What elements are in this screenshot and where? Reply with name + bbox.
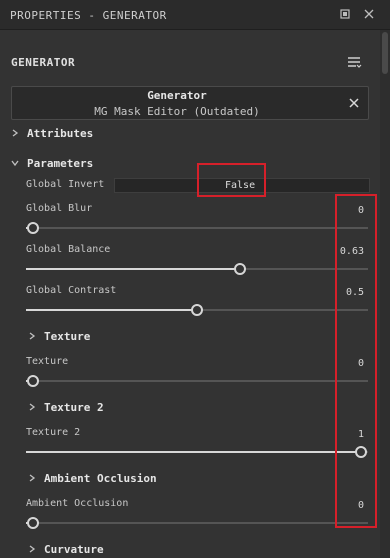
scrollbar-thumb[interactable] (382, 32, 388, 74)
slider-track[interactable] (26, 522, 368, 524)
hamburger-menu-icon[interactable] (346, 54, 362, 70)
global-balance-label: Global Balance (26, 244, 111, 255)
slider-fill (26, 268, 240, 270)
texture-2-label: Texture 2 (26, 427, 81, 438)
texture-label: Texture (26, 356, 69, 367)
group-parameters[interactable]: Parameters (11, 157, 93, 170)
group-texture-2-label: Texture 2 (44, 401, 104, 414)
slider-track[interactable] (26, 227, 368, 229)
title-bar: PROPERTIES - GENERATOR (0, 0, 390, 30)
close-icon[interactable] (362, 8, 376, 22)
slider-handle[interactable] (27, 222, 39, 234)
global-blur-label: Global Blur (26, 203, 93, 214)
chevron-right-icon (28, 472, 38, 485)
group-parameters-label: Parameters (27, 157, 94, 170)
chevron-right-icon (28, 543, 38, 556)
chevron-right-icon (11, 127, 21, 140)
group-attributes[interactable]: Attributes (11, 127, 93, 140)
node-subtitle: MG Mask Editor (Outdated) (94, 105, 260, 118)
slider-handle[interactable] (27, 375, 39, 387)
chevron-right-icon (28, 401, 38, 414)
slider-handle[interactable] (233, 263, 246, 275)
node-info-box: Generator MG Mask Editor (Outdated) (11, 86, 369, 120)
group-ambient-occlusion-label: Ambient Occlusion (44, 472, 157, 485)
chevron-right-icon (28, 330, 38, 343)
group-texture[interactable]: Texture (28, 330, 90, 343)
slider-handle[interactable] (191, 304, 203, 316)
slider-track[interactable] (26, 380, 368, 382)
group-curvature[interactable]: Curvature (28, 543, 104, 556)
ambient-occlusion-label: Ambient Occlusion (26, 498, 129, 509)
group-texture-label: Texture (44, 330, 91, 343)
group-curvature-label: Curvature (44, 543, 104, 556)
node-title: Generator (147, 89, 207, 102)
node-close-icon[interactable] (346, 95, 362, 111)
group-ambient-occlusion[interactable]: Ambient Occlusion (28, 472, 157, 485)
slider-fill (26, 451, 361, 453)
global-invert-label: Global Invert (26, 179, 105, 190)
group-texture-2[interactable]: Texture 2 (28, 401, 104, 414)
chevron-down-icon (11, 157, 21, 170)
global-contrast-label: Global Contrast (26, 285, 117, 296)
highlight-values-column (335, 194, 377, 528)
slider-fill (26, 309, 197, 311)
scrollbar[interactable] (380, 30, 390, 558)
panel-header: GENERATOR (11, 56, 76, 69)
highlight-invert-value (197, 163, 266, 197)
slider-handle[interactable] (27, 517, 39, 529)
window-title: PROPERTIES - GENERATOR (10, 9, 167, 22)
group-attributes-label: Attributes (27, 127, 94, 140)
restore-icon[interactable] (338, 8, 352, 22)
